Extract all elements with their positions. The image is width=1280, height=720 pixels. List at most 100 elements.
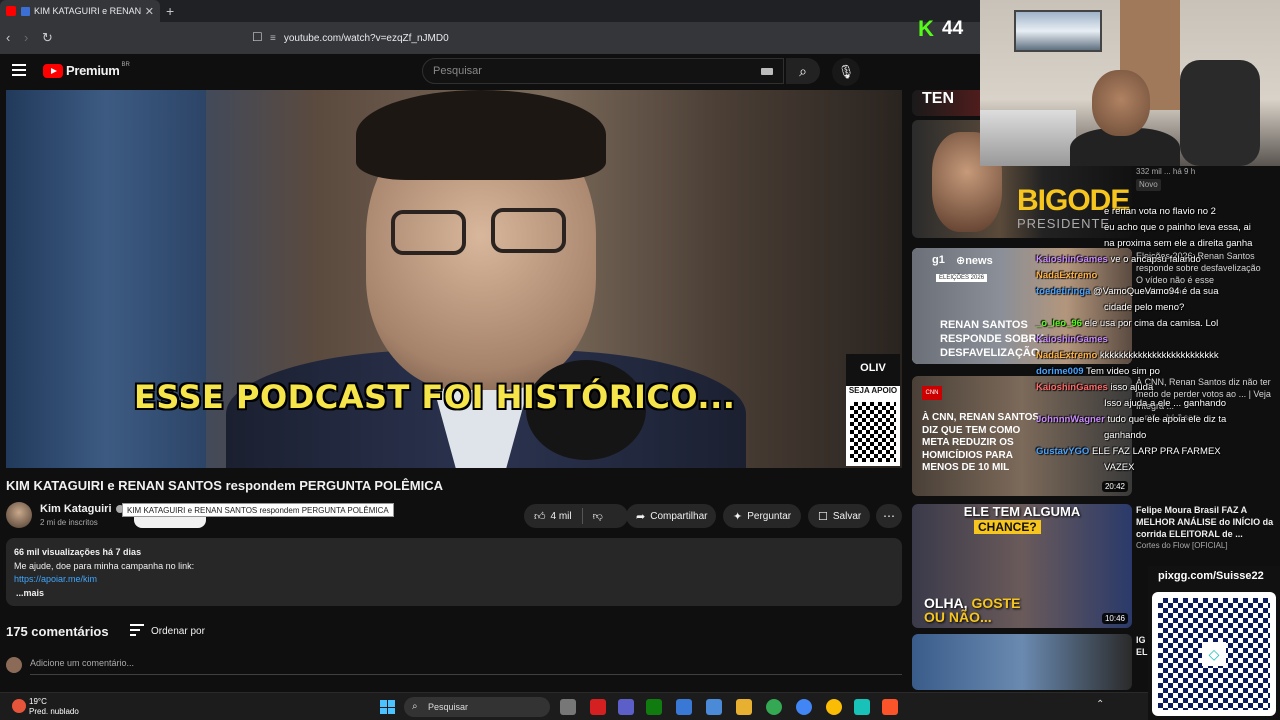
app-icon[interactable] [618, 699, 634, 715]
thumb-text: RENAN SANTOS RESPONDE SOBRE DESFAVELIZAÇ… [940, 319, 1044, 359]
new-tab-button[interactable]: + [166, 3, 174, 19]
like-count[interactable]: 4 mil [551, 511, 572, 522]
keyboard-icon[interactable] [761, 68, 773, 75]
chat-message: KaioshinGames [1036, 332, 1108, 348]
chat-username[interactable]: toedetiringa [1036, 286, 1090, 297]
search-input[interactable]: Pesquisar [422, 58, 784, 84]
subscribe-button[interactable] [134, 516, 206, 528]
chat-text: na proxima sem ele a direita ganha [1104, 238, 1253, 249]
qr-code-icon [850, 402, 896, 462]
divider [581, 508, 583, 524]
duration-badge: 20:42 [1101, 481, 1128, 492]
search-button[interactable]: ⌕ [786, 58, 820, 84]
chat-username[interactable]: NadaExtremo [1036, 270, 1097, 281]
chat-text: Tem video sim po [1086, 366, 1160, 377]
chat-message: NadaExtremo kkkkkkkkkkkkkkkkkkkkkkkkk [1036, 348, 1219, 364]
rec-title: Felipe Moura Brasil FAZ A MELHOR ANÁLISE… [1136, 505, 1274, 539]
chat-text: eu acho que o painho leva essa, ai [1104, 222, 1251, 233]
channel-name[interactable]: Kim Kataguiri [40, 503, 112, 515]
rec-channel: Cortes do Flow [OFICIAL] [1136, 541, 1228, 550]
forward-icon[interactable]: › [24, 30, 28, 45]
streamer-head [1092, 70, 1150, 136]
app-icon[interactable] [854, 699, 870, 715]
youtube-header: Premium BR Pesquisar ⌕ 🎙 [0, 54, 980, 90]
recommendation-thumb[interactable]: ELE TEM ALGUMA CHANCE? OLHA, GOSTE OU NÃ… [912, 504, 1132, 628]
chat-username[interactable]: dorime009 [1036, 366, 1084, 377]
url-field[interactable]: ≡ youtube.com/watch?v=ezqZf_nJMD0 [270, 27, 870, 49]
thumb-text-block: OLHA, GOSTE OU NÃO... [924, 596, 1020, 624]
chat-username[interactable]: KaioshinGames [1036, 254, 1108, 265]
video-player[interactable]: ESSE PODCAST FOI HISTÓRICO... OLIV SEJA … [6, 90, 902, 468]
reload-icon[interactable]: ↻ [42, 30, 53, 46]
bed [980, 110, 1076, 166]
voice-search-button[interactable]: 🎙 [832, 58, 860, 86]
sort-icon [130, 624, 144, 639]
chat-message: JohnnnWagner tudo que ele apoia ele diz … [1036, 412, 1226, 428]
xbox-icon[interactable] [646, 699, 662, 715]
chat-username[interactable]: JohnnnWagner [1036, 414, 1105, 425]
chrome-icon[interactable] [766, 699, 782, 715]
task-view-icon[interactable] [560, 699, 576, 715]
chat-username[interactable]: NadaExtremo [1036, 350, 1097, 361]
recommendation-title[interactable]: Felipe Moura Brasil FAZ A MELHOR ANÁLISE… [1136, 504, 1278, 552]
save-button[interactable]: ☐ Salvar [808, 504, 870, 528]
qr-code-icon: ◇ [1158, 598, 1270, 710]
ask-button[interactable]: ✦ Perguntar [723, 504, 801, 528]
chrome-icon[interactable] [796, 699, 812, 715]
windows-start-icon[interactable] [380, 700, 395, 714]
site-info-icon[interactable]: ≡ [270, 33, 276, 44]
share-button[interactable]: ➦ Compartilhar [626, 504, 716, 528]
app-icon[interactable] [590, 699, 606, 715]
channel-name-row[interactable]: Kim Kataguiri [40, 503, 124, 515]
weather-widget[interactable]: 19°C Pred. nublado [12, 697, 79, 717]
chat-text: e renan vota no flavio no 2 [1104, 206, 1216, 217]
dislike-icon[interactable]: 👎︎ [593, 510, 603, 522]
chat-username[interactable]: KaioshinGames [1036, 382, 1108, 393]
weather-icon [12, 699, 26, 713]
thumb-text: ELE TEM ALGUMA [963, 504, 1081, 519]
chat-message: NadaExtremo [1036, 268, 1097, 284]
description-link[interactable]: https://apoiar.me/kim [14, 573, 894, 587]
brave-icon[interactable] [882, 699, 898, 715]
chat-message: toedetiringa @VamoQueVamo94 é da sua [1036, 284, 1219, 300]
hamburger-menu-icon[interactable] [12, 64, 26, 76]
recommendation-title[interactable]: IG EL [1136, 634, 1148, 658]
app-icon[interactable] [676, 699, 692, 715]
chat-message: VAZEX [1104, 460, 1134, 476]
taskbar-search[interactable]: ⌕ Pesquisar [404, 697, 550, 717]
chat-username[interactable]: KaioshinGames [1036, 334, 1108, 345]
youtube-logo[interactable]: Premium BR [43, 62, 130, 78]
thumb-badge: ELEIÇÕES 2026 [936, 274, 988, 282]
search-icon: ⌕ [412, 701, 418, 712]
subscriber-count: 2 mi de inscritos [40, 518, 98, 527]
recommendation-thumb[interactable] [912, 634, 1132, 690]
chrome-icon[interactable] [826, 699, 842, 715]
address-bar: ‹ › ↻ ☐ ≡ youtube.com/watch?v=ezqZf_nJMD… [0, 22, 980, 54]
back-icon[interactable]: ‹ [6, 30, 10, 45]
bookmark-icon[interactable]: ☐ [252, 30, 263, 44]
tray-chevron-icon[interactable]: ⌃ [1096, 699, 1104, 710]
chat-username[interactable]: _o_leo_96 [1036, 318, 1082, 329]
file-explorer-icon[interactable] [736, 699, 752, 715]
chat-text: ELE FAZ LARP PRA FARMEX [1091, 446, 1221, 457]
chat-username[interactable]: GustavYGO [1036, 446, 1089, 457]
description-line: Me ajude, doe para minha campanha no lin… [14, 560, 195, 571]
browser-tabbar: KIM KATAGUIRI e RENAN SANTOS ✕ + [0, 0, 980, 22]
chat-message: _o_leo_96 ele usa por cima da camisa. Lo… [1036, 316, 1218, 332]
search-icon: ⌕ [799, 62, 807, 79]
show-more-button[interactable]: ...mais [14, 587, 894, 601]
browser-tab[interactable]: KIM KATAGUIRI e RENAN SANTOS ✕ [0, 0, 160, 22]
sort-button[interactable]: Ordenar por [130, 624, 205, 639]
more-actions-button[interactable]: ⋯ [876, 504, 902, 528]
chat-message: GustavYGO ELE FAZ LARP PRA FARMEX [1036, 444, 1221, 460]
thumb-text: À CNN, RENAN SANTOS DIZ QUE TEM COMO MET… [922, 412, 1040, 473]
like-icon[interactable]: 👍︎ [534, 510, 546, 523]
app-icon[interactable] [706, 699, 722, 715]
chat-text: ve o ancapsu falando [1110, 254, 1201, 265]
description-box[interactable]: 66 mil visualizações há 7 dias Me ajude,… [6, 538, 902, 606]
new-badge: Novo [1136, 179, 1161, 191]
close-tab-icon[interactable]: ✕ [145, 5, 154, 18]
pix-qr-code: ◇ [1152, 592, 1276, 716]
comment-input[interactable]: Adicione um comentário... [30, 658, 134, 668]
channel-avatar[interactable] [6, 502, 32, 528]
